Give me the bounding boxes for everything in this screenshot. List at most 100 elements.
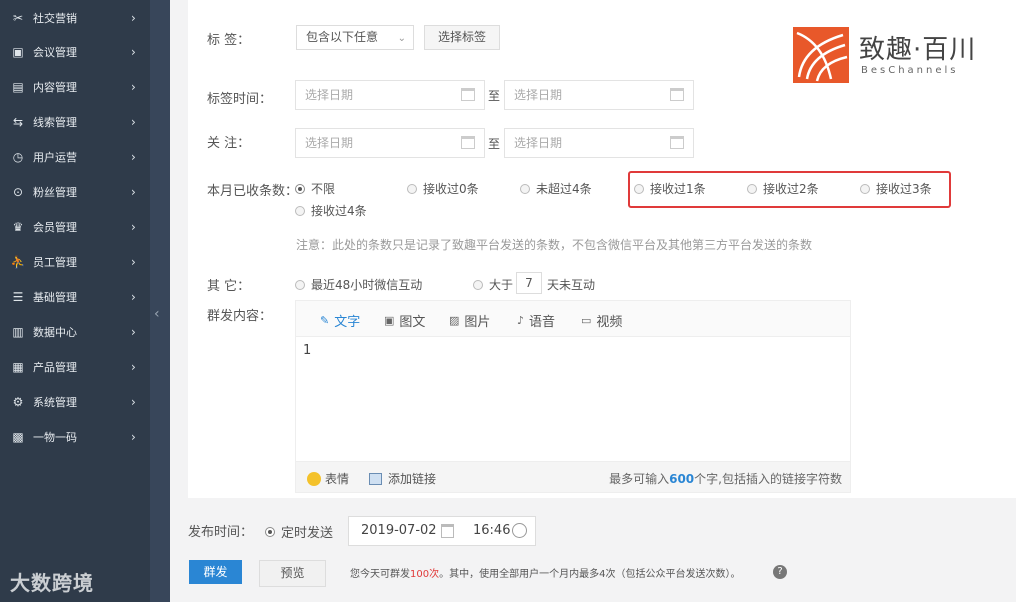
chevron-right-icon: ›: [131, 10, 136, 25]
radio-recent-48h[interactable]: 最近48小时微信互动: [295, 276, 422, 293]
tab-news[interactable]: ▣ 图文: [384, 311, 425, 330]
emoji-button[interactable]: 表情: [307, 470, 349, 487]
radio-label: 最近48小时微信互动: [311, 278, 423, 292]
tag-time-start-input[interactable]: 选择日期: [295, 80, 485, 110]
content-label: 群发内容：: [207, 309, 273, 324]
chevron-right-icon: ›: [131, 429, 136, 444]
preview-button[interactable]: 预览: [259, 560, 326, 587]
sidebar-item-system[interactable]: ⚙ 系统管理 ›: [0, 384, 170, 419]
emoji-label: 表情: [325, 472, 350, 486]
grid-icon: ▦: [12, 359, 24, 374]
publish-time-value: 16:46: [473, 523, 511, 538]
tag-time-end-input[interactable]: 选择日期: [504, 80, 694, 110]
sidebar-item-data-center[interactable]: ▥ 数据中心 ›: [0, 314, 170, 349]
char-count-hint: 最多可输入600个字,包括插入的链接字符数: [609, 470, 842, 487]
limit-suffix: 。其中，使用全部用户一个月内最多4次（包括公众平台发送次数）。: [439, 569, 741, 580]
radio-icon: [295, 205, 305, 216]
radio-label: 接收过0条: [423, 182, 479, 196]
range-to-label: 至: [488, 137, 501, 151]
radio-received-4[interactable]: 接收过4条: [295, 202, 367, 219]
clock-icon: ◷: [12, 149, 24, 164]
sidebar-item-staff[interactable]: ⛹ 员工管理 ›: [0, 244, 170, 279]
sidebar-item-user-ops[interactable]: ◷ 用户运营 ›: [0, 139, 170, 174]
watermark-text: 大数跨境: [10, 571, 94, 595]
calendar-icon: [461, 136, 475, 149]
brand-name-en: BesChannels: [861, 65, 959, 76]
editor-text-area[interactable]: 1: [303, 343, 311, 358]
radio-icon: [295, 279, 305, 290]
sidebar-item-label: 用户运营: [33, 150, 77, 164]
sidebar-item-products[interactable]: ▦ 产品管理 ›: [0, 349, 170, 384]
limit-prefix: 您今天可群发: [350, 569, 410, 580]
tag-match-value: 包含以下任意: [306, 30, 379, 44]
chevron-right-icon: ›: [131, 394, 136, 409]
date-placeholder: 选择日期: [514, 88, 563, 102]
radio-icon: [407, 183, 417, 194]
send-button[interactable]: 群发: [189, 560, 242, 584]
radio-label: 不限: [311, 182, 336, 196]
sidebar-item-label: 社交营销: [33, 11, 77, 25]
calendar-icon: [670, 88, 684, 101]
tab-label: 语音: [529, 315, 556, 330]
radio-label: 定时发送: [281, 526, 334, 541]
leads-icon: ⇆: [12, 114, 24, 129]
add-link-button[interactable]: 添加链接: [369, 470, 436, 487]
mic-icon: ♪: [517, 314, 525, 327]
publish-datetime-input[interactable]: 2019-07-02 16:46: [348, 516, 536, 546]
sidebar-item-fans[interactable]: ⊙ 粉丝管理 ›: [0, 174, 170, 209]
base-icon: ☰: [12, 289, 24, 304]
sidebar-item-social-marketing[interactable]: ✂ 社交营销 ›: [0, 0, 170, 35]
follow-end-input[interactable]: 选择日期: [504, 128, 694, 158]
calendar-icon: [670, 136, 684, 149]
chevron-right-icon: ›: [131, 44, 136, 59]
tag-match-select[interactable]: 包含以下任意 ⌄: [296, 25, 414, 50]
sidebar-item-label: 会员管理: [33, 220, 77, 234]
radio-max-4[interactable]: 未超过4条: [520, 180, 592, 197]
gear-icon: ⚙: [12, 394, 24, 409]
tab-video[interactable]: ▭ 视频: [581, 311, 622, 330]
tag-label: 标 签：: [207, 33, 251, 48]
sidebar-item-label: 一物一码: [33, 430, 77, 444]
chevron-right-icon: ›: [131, 114, 136, 129]
editor-footer: 表情 添加链接 最多可输入600个字,包括插入的链接字符数: [296, 461, 850, 492]
sidebar-item-leads[interactable]: ⇆ 线索管理 ›: [0, 104, 170, 139]
choose-tag-button[interactable]: 选择标签: [424, 25, 500, 50]
radio-inactive-days[interactable]: 大于: [473, 276, 513, 293]
sidebar-item-meetings[interactable]: ▣ 会议管理 ›: [0, 34, 170, 69]
tab-label: 视频: [596, 315, 623, 330]
follow-label: 关 注：: [207, 136, 251, 151]
message-editor: ✎ 文字 ▣ 图文 ▨ 图片 ♪ 语音 ▭ 视频 1 表情 添加链接 最多可输入…: [295, 300, 851, 493]
tab-voice[interactable]: ♪ 语音: [517, 311, 555, 330]
sidebar-item-members[interactable]: ♛ 会员管理 ›: [0, 209, 170, 244]
link-icon: [369, 472, 382, 485]
radio-unlimited[interactable]: 不限: [295, 180, 335, 197]
sidebar-item-label: 粉丝管理: [33, 185, 77, 199]
sidebar-item-content[interactable]: ▤ 内容管理 ›: [0, 69, 170, 104]
sidebar-item-base[interactable]: ☰ 基础管理 ›: [0, 279, 170, 314]
received-count-label: 本月已收条数：: [207, 184, 299, 199]
help-icon[interactable]: ?: [773, 565, 787, 579]
chevron-right-icon: ›: [131, 254, 136, 269]
tab-text[interactable]: ✎ 文字: [320, 311, 360, 330]
fans-icon: ⊙: [12, 184, 24, 199]
chevron-right-icon: ›: [131, 149, 136, 164]
tab-label: 文字: [334, 315, 361, 330]
range-to-label: 至: [488, 89, 501, 103]
inactive-days-input[interactable]: 7: [516, 272, 542, 294]
radio-received-0[interactable]: 接收过0条: [407, 180, 479, 197]
chevron-down-icon: ⌄: [397, 33, 406, 44]
brand-name: 致趣·百川: [859, 35, 977, 65]
qr-icon: ▩: [12, 429, 24, 444]
radio-scheduled[interactable]: 定时发送: [265, 522, 333, 541]
tab-label: 图文: [399, 315, 426, 330]
content-icon: ▤: [12, 79, 24, 94]
sidebar-item-qr-code[interactable]: ▩ 一物一码 ›: [0, 419, 170, 454]
radio-checked-icon: [265, 526, 275, 537]
count-suffix: 个字,包括插入的链接字符数: [694, 472, 842, 486]
crown-icon: ♛: [12, 219, 24, 234]
sidebar-item-label: 产品管理: [33, 360, 77, 374]
image-icon: ▨: [449, 314, 460, 327]
meeting-icon: ▣: [12, 44, 24, 59]
tab-image[interactable]: ▨ 图片: [449, 311, 490, 330]
follow-start-input[interactable]: 选择日期: [295, 128, 485, 158]
